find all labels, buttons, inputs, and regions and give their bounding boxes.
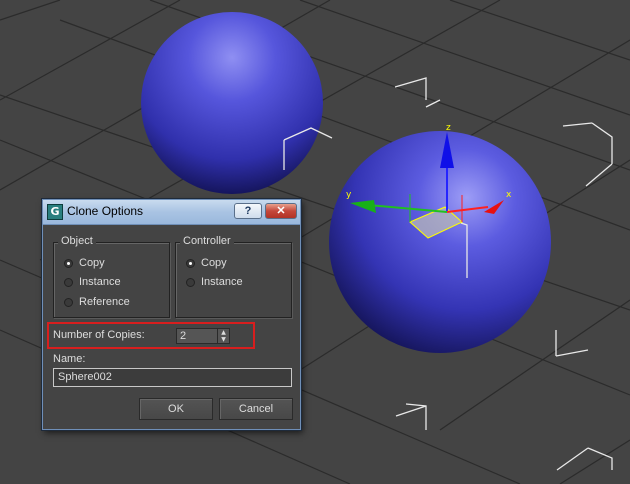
radio-icon (186, 278, 195, 287)
radio-label: Instance (79, 276, 121, 288)
help-button[interactable]: ? (234, 203, 262, 219)
name-input[interactable]: Sphere002 (53, 368, 292, 387)
copies-highlight-box (47, 322, 255, 349)
radio-selected-icon (186, 259, 195, 268)
sphere-selected[interactable] (329, 131, 551, 353)
object-group-legend: Object (58, 235, 96, 247)
radio-icon (64, 278, 73, 287)
radio-label: Instance (201, 276, 243, 288)
gizmo-x-label: x (506, 190, 512, 200)
name-label: Name: (53, 353, 86, 365)
controller-group-legend: Controller (180, 235, 234, 247)
object-group: Object Copy Instance Reference (53, 235, 170, 318)
radio-label: Copy (201, 257, 227, 269)
radio-label: Reference (79, 296, 130, 308)
title-bar[interactable]: G Clone Options ? ✕ (43, 200, 300, 225)
controller-group: Controller Copy Instance (175, 235, 292, 318)
cancel-button[interactable]: Cancel (219, 398, 293, 420)
close-button[interactable]: ✕ (265, 203, 297, 219)
gizmo-y-label: y (346, 190, 352, 200)
dialog-title: Clone Options (67, 204, 144, 218)
ok-button[interactable]: OK (139, 398, 213, 420)
sphere-back[interactable] (141, 12, 323, 194)
radio-selected-icon (64, 259, 73, 268)
radio-icon (64, 298, 73, 307)
radio-label: Copy (79, 257, 105, 269)
gizmo-z-label: z (446, 123, 451, 133)
app-logo-icon: G (47, 204, 63, 220)
clone-options-dialog: G Clone Options ? ✕ Object Copy Instance… (42, 199, 301, 430)
